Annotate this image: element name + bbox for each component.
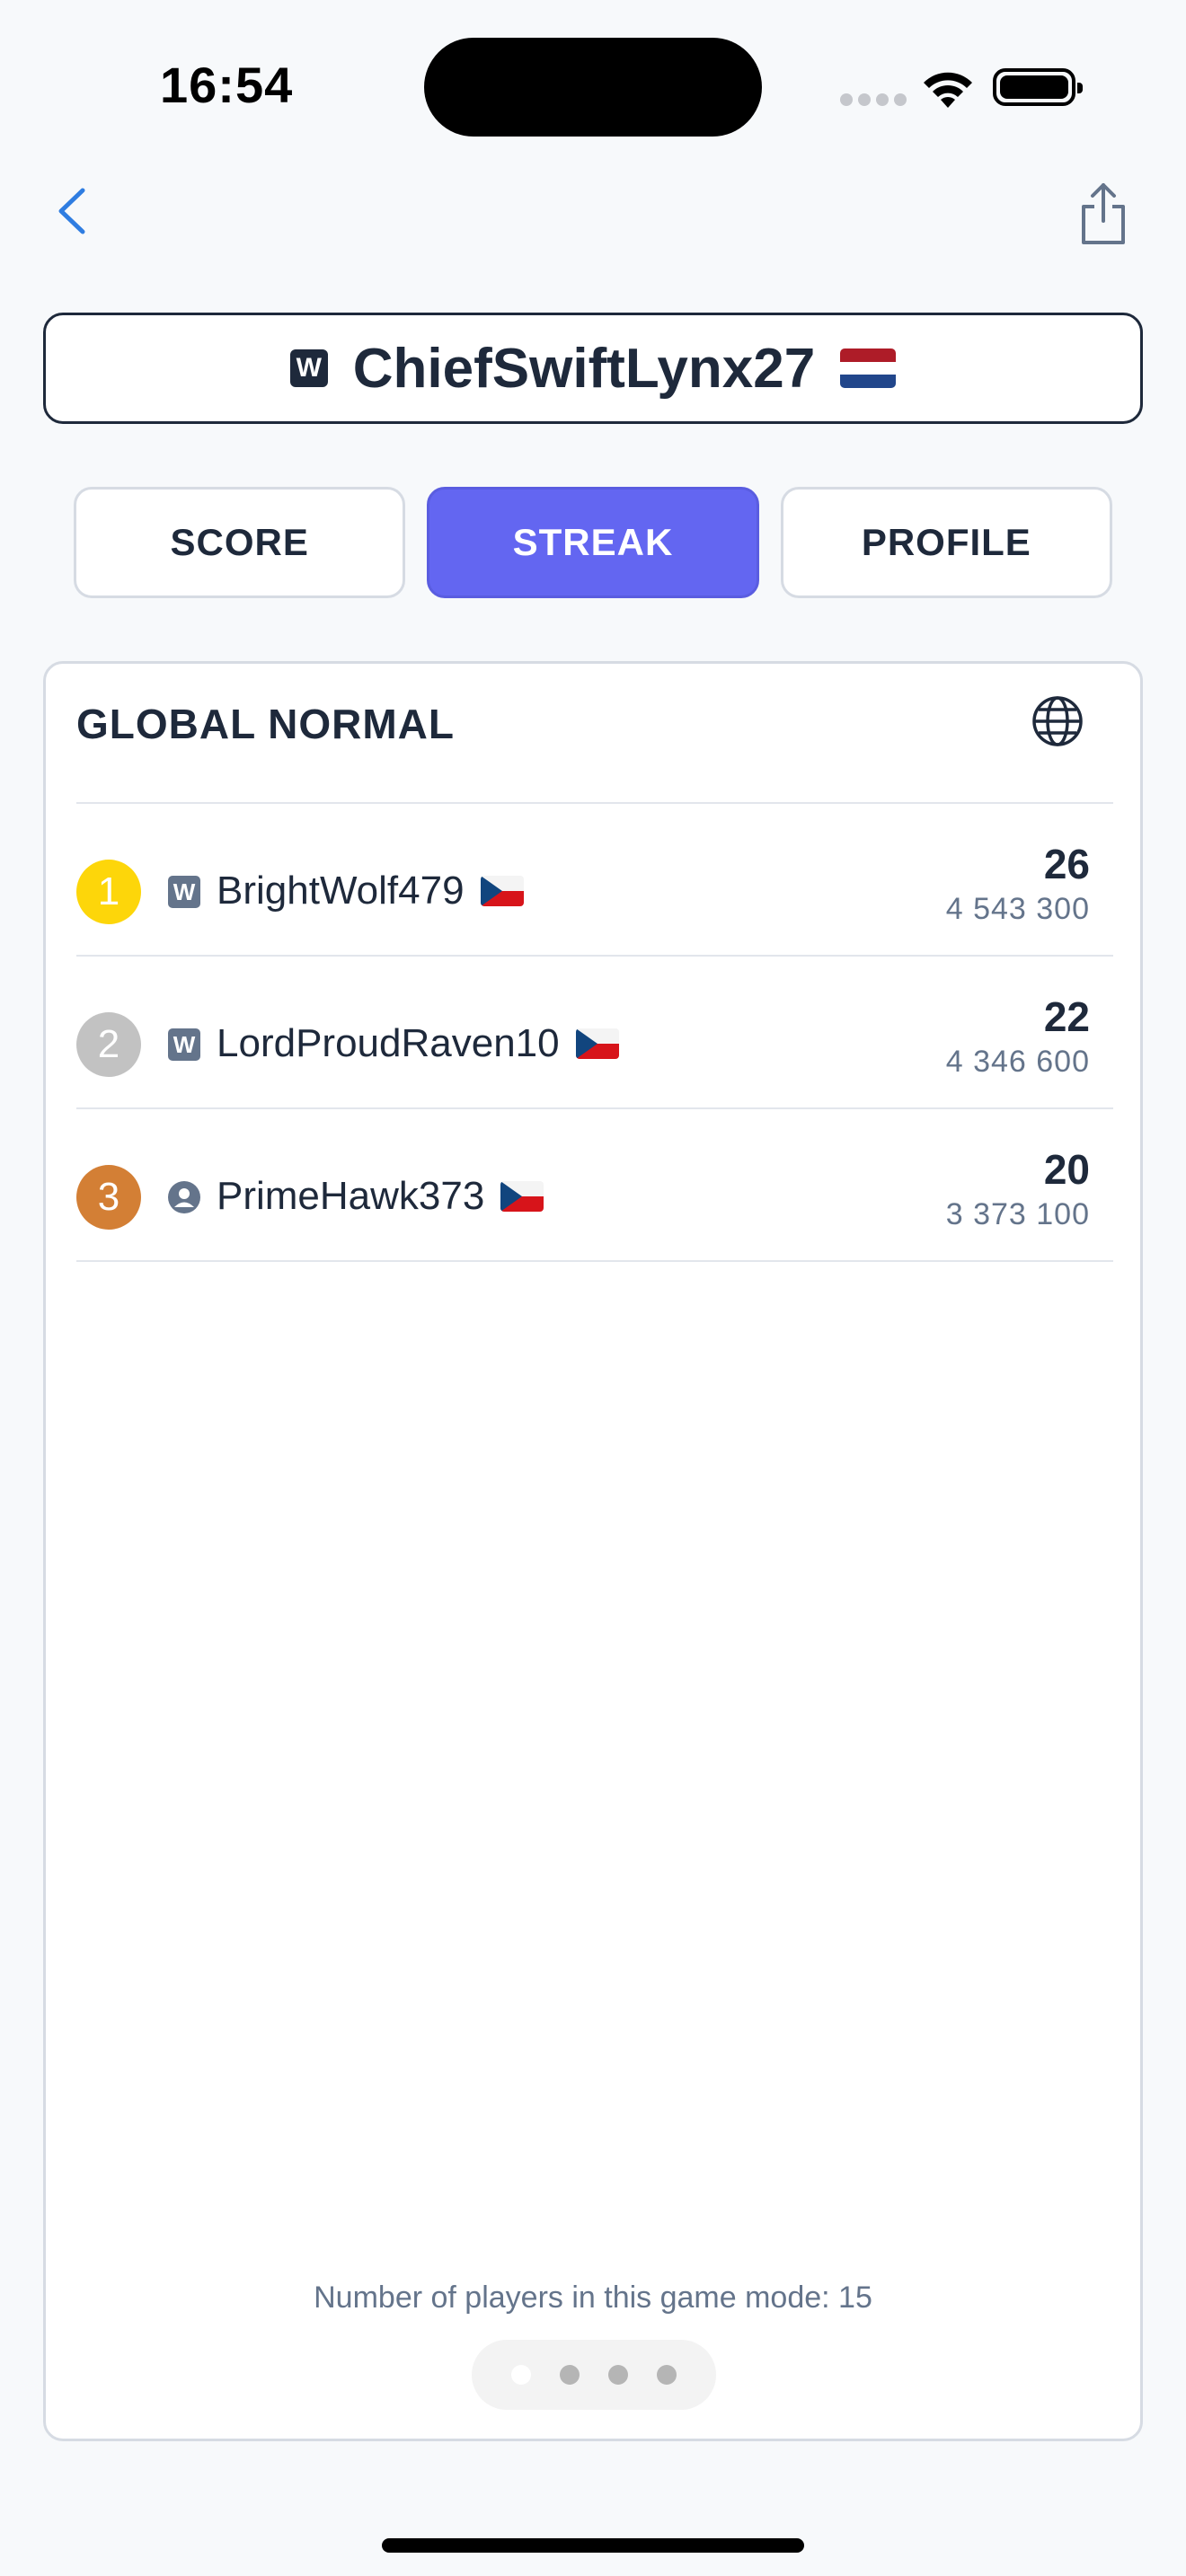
czech-flag-icon — [500, 1181, 544, 1212]
page-dot[interactable] — [608, 2365, 628, 2385]
player-count-text: Number of players in this game mode: 15 — [314, 2280, 872, 2315]
battery-icon — [993, 68, 1083, 106]
player-badge: W — [289, 349, 328, 387]
globe-icon[interactable] — [1031, 694, 1084, 748]
streak-value: 26 — [1043, 841, 1090, 887]
share-button[interactable] — [1076, 180, 1130, 248]
share-icon — [1082, 183, 1125, 244]
czech-flag-icon — [480, 876, 524, 906]
page-dot[interactable] — [657, 2365, 677, 2385]
user-name-container: PrimeHawk373 — [217, 1174, 544, 1219]
person-glyph — [174, 1188, 194, 1207]
divider — [76, 1260, 1113, 1262]
page-dot[interactable] — [560, 2365, 580, 2385]
rank-badge: 3 — [76, 1165, 141, 1230]
status-bar: 16:54 — [0, 0, 1186, 171]
wifi-icon — [924, 72, 972, 108]
leaderboard-card: GLOBAL NORMAL 1 W BrightWolf479 26 4 543… — [43, 661, 1143, 2441]
home-indicator — [382, 2538, 804, 2553]
page-indicator[interactable] — [472, 2340, 716, 2410]
tab-score[interactable]: SCORE — [74, 487, 406, 598]
score-value: 3 373 100 — [945, 1197, 1090, 1231]
user-badge: W — [168, 876, 200, 908]
tab-streak[interactable]: STREAK — [427, 487, 759, 598]
tab-profile[interactable]: PROFILE — [780, 487, 1112, 598]
user-name: LordProudRaven10 — [217, 1021, 560, 1065]
leaderboard-row[interactable]: 3 PrimeHawk373 20 3 373 100 — [76, 1109, 1113, 1262]
user-name-container: BrightWolf479 — [217, 869, 524, 913]
rank-badge: 2 — [76, 1012, 141, 1077]
person-icon — [168, 1181, 200, 1213]
user-name: PrimeHawk373 — [217, 1174, 485, 1218]
streak-value: 20 — [1043, 1146, 1090, 1193]
player-header: W ChiefSwiftLynx27 — [43, 313, 1143, 424]
rank-badge: 1 — [76, 860, 141, 924]
score-value: 4 346 600 — [945, 1045, 1090, 1079]
streak-value: 22 — [1043, 993, 1090, 1040]
score-value: 4 543 300 — [945, 892, 1090, 926]
czech-flag-icon — [575, 1028, 619, 1059]
user-name: BrightWolf479 — [217, 869, 465, 913]
status-time: 16:54 — [160, 57, 294, 113]
cellular-signal-icon — [840, 93, 907, 106]
dynamic-island — [424, 38, 762, 137]
leaderboard-title: GLOBAL NORMAL — [76, 701, 456, 747]
back-button[interactable] — [50, 180, 95, 243]
user-badge: W — [168, 1028, 200, 1061]
page-dot[interactable] — [511, 2365, 531, 2385]
tab-bar: SCORE STREAK PROFILE — [74, 487, 1112, 598]
player-name: ChiefSwiftLynx27 — [352, 337, 816, 400]
netherlands-flag-icon — [840, 348, 897, 388]
leaderboard-row[interactable]: 1 W BrightWolf479 26 4 543 300 — [76, 804, 1113, 957]
chevron-left-icon — [58, 188, 85, 234]
leaderboard-row[interactable]: 2 W LordProudRaven10 22 4 346 600 — [76, 957, 1113, 1109]
user-name-container: LordProudRaven10 — [217, 1021, 619, 1066]
